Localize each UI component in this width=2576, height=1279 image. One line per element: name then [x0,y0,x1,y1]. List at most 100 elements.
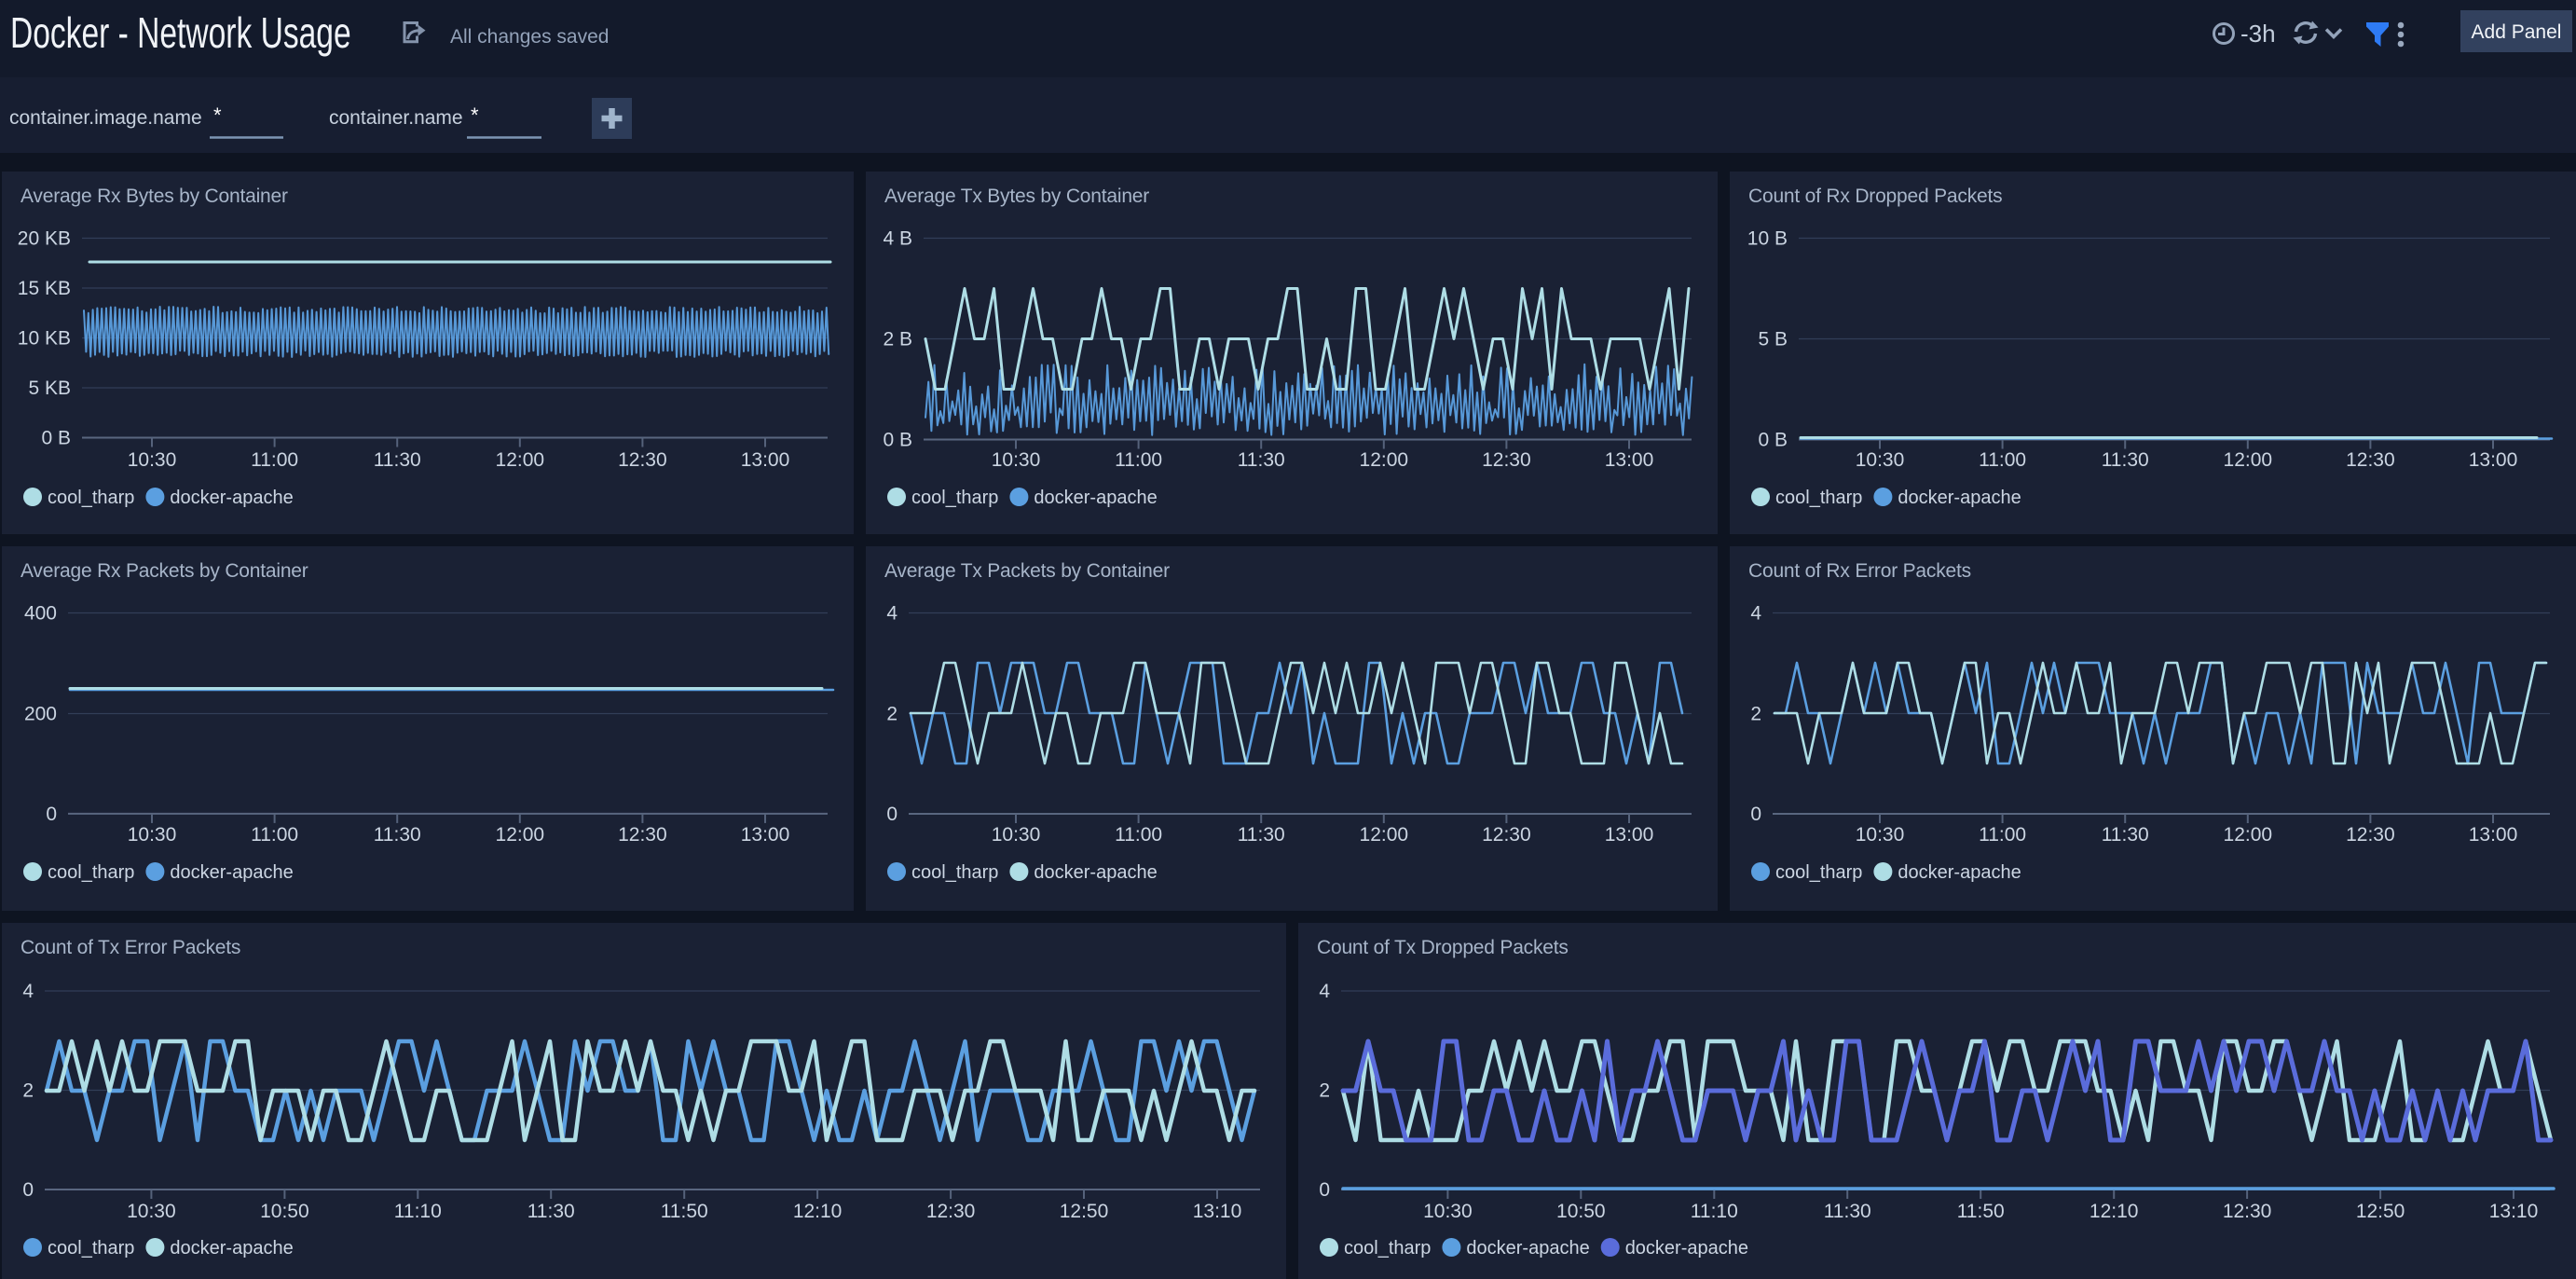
svg-text:12:30: 12:30 [1482,824,1531,846]
svg-text:4: 4 [1319,981,1330,1002]
svg-text:13:00: 13:00 [741,824,790,846]
svg-text:5 KB: 5 KB [28,378,71,399]
svg-text:cool_tharp: cool_tharp [911,488,998,508]
svg-text:Average Tx Packets by Containe: Average Tx Packets by Container [884,560,1170,582]
svg-text:13:00: 13:00 [1605,449,1654,471]
svg-text:12:00: 12:00 [1360,449,1409,471]
svg-text:12:00: 12:00 [496,824,545,846]
svg-text:4: 4 [22,981,34,1002]
svg-text:cool_tharp: cool_tharp [48,1238,134,1258]
svg-text:*: * [213,103,222,127]
svg-text:12:30: 12:30 [618,824,667,846]
svg-text:2: 2 [886,704,897,725]
svg-text:Average Rx Bytes by Container: Average Rx Bytes by Container [21,186,288,207]
svg-text:10:50: 10:50 [1556,1201,1606,1222]
svg-text:10:30: 10:30 [128,824,177,846]
svg-text:0 B: 0 B [883,430,912,451]
svg-text:container.name: container.name [329,107,463,129]
svg-text:11:00: 11:00 [251,449,298,471]
svg-text:4: 4 [886,603,897,625]
svg-text:12:30: 12:30 [2223,1201,2272,1222]
svg-text:10:30: 10:30 [992,824,1041,846]
svg-text:cool_tharp: cool_tharp [1775,862,1862,883]
svg-text:12:30: 12:30 [926,1201,976,1222]
svg-text:10:30: 10:30 [1856,449,1905,471]
svg-text:11:00: 11:00 [1979,824,2026,846]
svg-text:11:00: 11:00 [251,824,298,846]
svg-text:Count of Tx Error Packets: Count of Tx Error Packets [21,937,240,958]
svg-text:0: 0 [1319,1179,1330,1201]
svg-text:13:10: 13:10 [2489,1201,2539,1222]
svg-text:Count of Tx Dropped Packets: Count of Tx Dropped Packets [1317,937,1569,958]
svg-text:0 B: 0 B [1758,430,1788,451]
svg-text:200: 200 [24,704,57,725]
svg-text:11:30: 11:30 [1238,449,1285,471]
svg-text:*: * [471,103,479,127]
svg-text:docker-apache: docker-apache [1625,1238,1748,1258]
svg-text:0: 0 [886,804,897,825]
svg-text:10:30: 10:30 [127,1201,176,1222]
svg-text:cool_tharp: cool_tharp [911,862,998,883]
svg-text:12:30: 12:30 [2346,824,2395,846]
svg-text:docker-apache: docker-apache [1898,488,2021,508]
svg-text:2: 2 [22,1080,34,1102]
svg-text:5 B: 5 B [1758,329,1788,351]
svg-text:10:50: 10:50 [260,1201,309,1222]
svg-text:2: 2 [1750,704,1761,725]
svg-text:20 KB: 20 KB [18,228,71,250]
svg-text:4 B: 4 B [883,228,912,250]
svg-text:cool_tharp: cool_tharp [48,862,134,883]
svg-text:docker-apache: docker-apache [1034,862,1157,883]
svg-text:12:30: 12:30 [2346,449,2395,471]
svg-text:13:00: 13:00 [1605,824,1654,846]
svg-text:cool_tharp: cool_tharp [1344,1238,1431,1258]
svg-text:Average Tx Bytes by Container: Average Tx Bytes by Container [884,186,1149,207]
svg-text:11:30: 11:30 [1238,824,1285,846]
svg-text:12:30: 12:30 [1482,449,1531,471]
svg-text:10:30: 10:30 [128,449,177,471]
svg-text:0 B: 0 B [41,428,71,449]
svg-text:12:50: 12:50 [1060,1201,1109,1222]
svg-text:15 KB: 15 KB [18,278,71,299]
svg-text:13:00: 13:00 [741,449,790,471]
svg-text:11:10: 11:10 [1691,1201,1738,1222]
svg-text:13:00: 13:00 [2469,449,2518,471]
svg-text:Average Rx Packets by Containe: Average Rx Packets by Container [21,560,308,582]
svg-text:container.image.name: container.image.name [9,107,202,129]
svg-text:12:00: 12:00 [2224,449,2273,471]
svg-text:-3h: -3h [2240,20,2276,48]
svg-text:11:30: 11:30 [374,449,421,471]
svg-text:All changes saved: All changes saved [450,26,609,48]
svg-text:Count of Rx Error Packets: Count of Rx Error Packets [1748,560,1971,582]
svg-text:10 B: 10 B [1747,228,1788,250]
svg-text:0: 0 [1750,804,1761,825]
svg-text:12:00: 12:00 [1360,824,1409,846]
svg-text:docker-apache: docker-apache [170,1238,293,1258]
svg-text:400: 400 [24,603,57,625]
svg-text:12:10: 12:10 [2090,1201,2139,1222]
svg-text:Count of Rx Dropped Packets: Count of Rx Dropped Packets [1748,186,2002,207]
svg-text:10:30: 10:30 [1856,824,1905,846]
svg-text:11:50: 11:50 [661,1201,708,1222]
svg-text:11:50: 11:50 [1957,1201,2005,1222]
svg-text:docker-apache: docker-apache [1466,1238,1589,1258]
svg-text:docker-apache: docker-apache [1034,488,1157,508]
svg-text:11:10: 11:10 [394,1201,442,1222]
svg-text:cool_tharp: cool_tharp [1775,488,1862,508]
svg-text:12:00: 12:00 [2224,824,2273,846]
svg-text:10:30: 10:30 [1423,1201,1473,1222]
svg-text:11:30: 11:30 [528,1201,575,1222]
svg-text:cool_tharp: cool_tharp [48,488,134,508]
svg-text:0: 0 [46,804,57,825]
svg-text:Docker - Network Usage: Docker - Network Usage [10,9,351,57]
svg-text:docker-apache: docker-apache [170,488,293,508]
svg-text:10 KB: 10 KB [18,328,71,350]
svg-text:12:30: 12:30 [618,449,667,471]
svg-text:Add Panel: Add Panel [2472,21,2562,43]
svg-text:13:10: 13:10 [1193,1201,1242,1222]
svg-text:11:30: 11:30 [1824,1201,1871,1222]
svg-text:docker-apache: docker-apache [1898,862,2021,883]
svg-text:11:00: 11:00 [1979,449,2026,471]
svg-text:2 B: 2 B [883,329,912,351]
svg-text:0: 0 [22,1179,34,1201]
